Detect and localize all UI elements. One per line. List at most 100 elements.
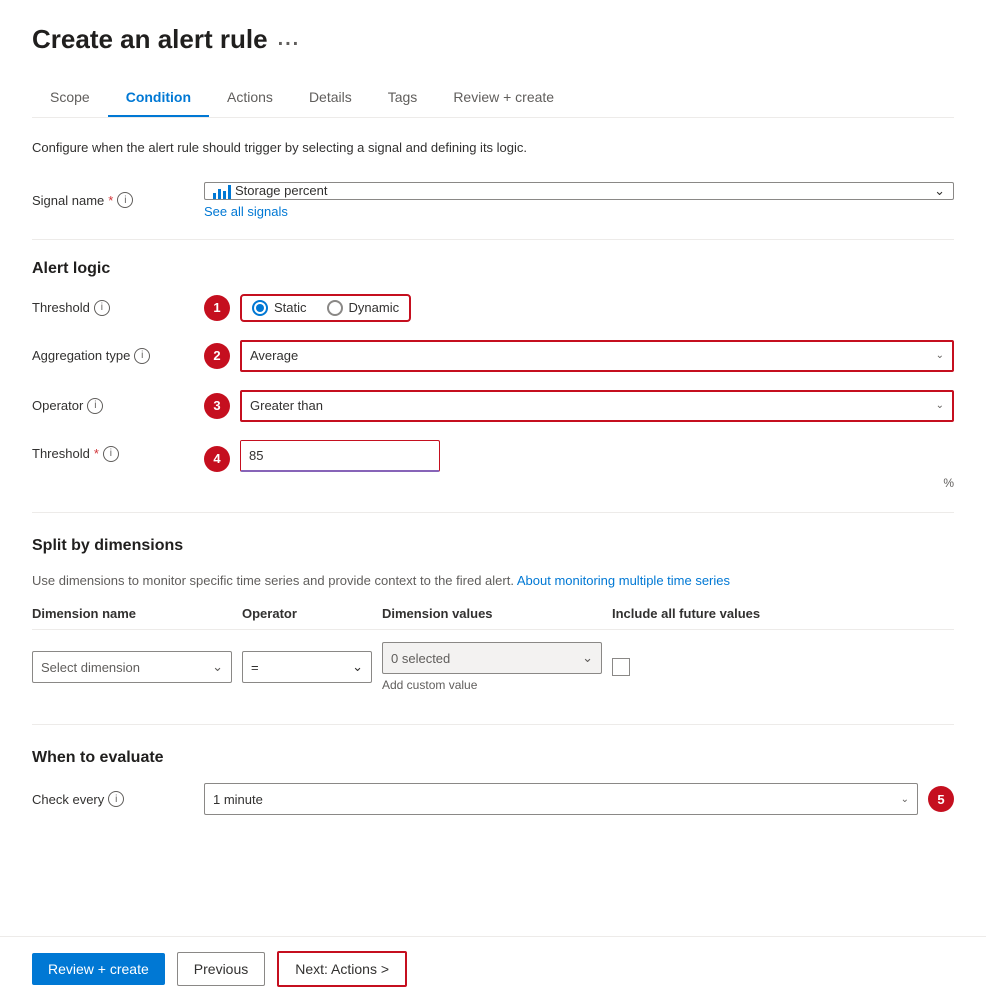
aggregation-chevron: ⌄: [936, 350, 944, 361]
operator-value: Greater than: [250, 398, 323, 413]
required-asterisk: *: [108, 193, 113, 208]
page-description: Configure when the alert rule should tri…: [32, 138, 954, 158]
split-section: Split by dimensions Use dimensions to mo…: [32, 537, 954, 705]
split-desc-link[interactable]: About monitoring multiple time series: [517, 573, 730, 588]
threshold-value-row: Threshold * i 4 85 ✓ %: [32, 440, 954, 492]
divider-2: [32, 512, 954, 513]
check-every-dropdown[interactable]: 1 minute ⌄: [204, 783, 918, 815]
aggregation-type-dropdown[interactable]: Average ⌄: [240, 340, 954, 372]
dimension-values-placeholder: 0 selected: [391, 651, 450, 666]
threshold-radio-group: Static Dynamic: [252, 300, 399, 316]
page-title-dots[interactable]: ...: [278, 28, 301, 51]
aggregation-type-row: Aggregation type i 2 Average ⌄: [32, 340, 954, 372]
operator-dropdown[interactable]: Greater than ⌄: [240, 390, 954, 422]
step-badge-2: 2: [204, 343, 230, 369]
tab-review-create[interactable]: Review + create: [435, 79, 572, 117]
dynamic-radio-button[interactable]: [327, 300, 343, 316]
static-radio-option[interactable]: Static: [252, 300, 307, 316]
tab-actions[interactable]: Actions: [209, 79, 291, 117]
step-badge-1: 1: [204, 295, 230, 321]
tabs-bar: Scope Condition Actions Details Tags Rev…: [32, 79, 954, 118]
aggregation-type-value: Average: [250, 348, 298, 363]
threshold-info-icon[interactable]: i: [94, 300, 110, 316]
dimension-placeholder: Select dimension: [41, 660, 140, 675]
header-dimension-values: Dimension values: [382, 606, 602, 621]
page-title: Create an alert rule: [32, 24, 268, 55]
tab-scope[interactable]: Scope: [32, 79, 108, 117]
threshold-unit-label: %: [943, 476, 954, 490]
next-actions-button[interactable]: Next: Actions >: [277, 951, 407, 987]
split-description: Use dimensions to monitor specific time …: [32, 571, 954, 591]
split-desc-text: Use dimensions to monitor specific time …: [32, 573, 514, 588]
dimension-dropdown-chevron: ⌄: [212, 659, 223, 675]
signal-value-text: Storage percent: [235, 183, 328, 198]
threshold-type-field-group: 1 Static Dynamic: [204, 294, 954, 322]
aggregation-type-field-group: 2 Average ⌄: [204, 340, 954, 372]
step-badge-5: 5: [928, 786, 954, 812]
static-radio-button[interactable]: [252, 300, 268, 316]
signal-name-label: Signal name * i: [32, 192, 192, 208]
dimension-operator-chevron: ⌄: [352, 659, 363, 675]
include-future-checkbox[interactable]: [612, 658, 630, 676]
threshold-value-input[interactable]: 85: [241, 441, 433, 470]
static-radio-inner: [256, 304, 264, 312]
add-custom-value-link[interactable]: Add custom value: [382, 678, 602, 692]
dimensions-table-row: Select dimension ⌄ = ⌄ 0 selected ⌄ Add …: [32, 630, 954, 704]
when-to-evaluate-section: When to evaluate Check every i 1 minute …: [32, 749, 954, 815]
operator-field-group: 3 Greater than ⌄: [204, 390, 954, 422]
signal-dropdown-chevron: ⌄: [934, 183, 945, 199]
select-dimension-dropdown[interactable]: Select dimension ⌄: [32, 651, 232, 683]
check-every-field-group: 1 minute ⌄ 5: [204, 783, 954, 815]
static-label: Static: [274, 300, 307, 315]
check-every-row: Check every i 1 minute ⌄ 5: [32, 783, 954, 815]
dim-values-chevron: ⌄: [582, 650, 593, 666]
dimension-values-dropdown[interactable]: 0 selected ⌄: [382, 642, 602, 674]
tab-details[interactable]: Details: [291, 79, 370, 117]
step-badge-3: 3: [204, 393, 230, 419]
threshold-type-label: Threshold i: [32, 300, 192, 316]
check-every-value: 1 minute: [213, 792, 263, 807]
check-every-chevron: ⌄: [901, 794, 909, 805]
bottom-bar: Review + create Previous Next: Actions >: [0, 936, 986, 1001]
header-operator: Operator: [242, 606, 372, 621]
split-title: Split by dimensions: [32, 537, 954, 555]
operator-row: Operator i 3 Greater than ⌄: [32, 390, 954, 422]
check-every-info-icon[interactable]: i: [108, 791, 124, 807]
dynamic-label: Dynamic: [349, 300, 400, 315]
dimensions-table-header: Dimension name Operator Dimension values…: [32, 606, 954, 630]
signal-name-dropdown[interactable]: Storage percent ⌄: [204, 182, 954, 200]
threshold-required: *: [94, 446, 99, 461]
threshold-check-icon: ✓: [433, 447, 440, 464]
see-all-signals-link[interactable]: See all signals: [204, 204, 954, 219]
signal-name-row: Signal name * i Storage percent ⌄ See al…: [32, 182, 954, 219]
threshold-value-field-group: 4 85 ✓ %: [204, 440, 954, 472]
operator-chevron: ⌄: [936, 400, 944, 411]
threshold-type-row: Threshold i 1 Static Dynamic: [32, 294, 954, 322]
page-title-area: Create an alert rule ...: [32, 24, 954, 55]
header-include-future: Include all future values: [612, 606, 954, 621]
alert-logic-title: Alert logic: [32, 260, 954, 278]
threshold-value-label: Threshold * i: [32, 440, 192, 462]
header-dimension-name: Dimension name: [32, 606, 232, 621]
signal-name-info-icon[interactable]: i: [117, 192, 133, 208]
tab-condition[interactable]: Condition: [108, 79, 209, 117]
previous-button[interactable]: Previous: [177, 952, 265, 986]
threshold-value-input-container: 85 ✓: [240, 440, 440, 472]
operator-info-icon[interactable]: i: [87, 398, 103, 414]
review-create-button[interactable]: Review + create: [32, 953, 165, 985]
aggregation-info-icon[interactable]: i: [134, 348, 150, 364]
dimension-operator-value: =: [251, 660, 259, 675]
divider-3: [32, 724, 954, 725]
dynamic-radio-option[interactable]: Dynamic: [327, 300, 400, 316]
step-badge-4: 4: [204, 446, 230, 472]
divider-1: [32, 239, 954, 240]
dimension-operator-dropdown[interactable]: = ⌄: [242, 651, 372, 683]
threshold-value-info-icon[interactable]: i: [103, 446, 119, 462]
aggregation-type-label: Aggregation type i: [32, 348, 192, 364]
signal-chart-icon: [213, 183, 231, 199]
operator-label: Operator i: [32, 398, 192, 414]
threshold-radio-wrapper: Static Dynamic: [240, 294, 411, 322]
when-title: When to evaluate: [32, 749, 954, 767]
tab-tags[interactable]: Tags: [370, 79, 436, 117]
check-every-label: Check every i: [32, 791, 192, 807]
